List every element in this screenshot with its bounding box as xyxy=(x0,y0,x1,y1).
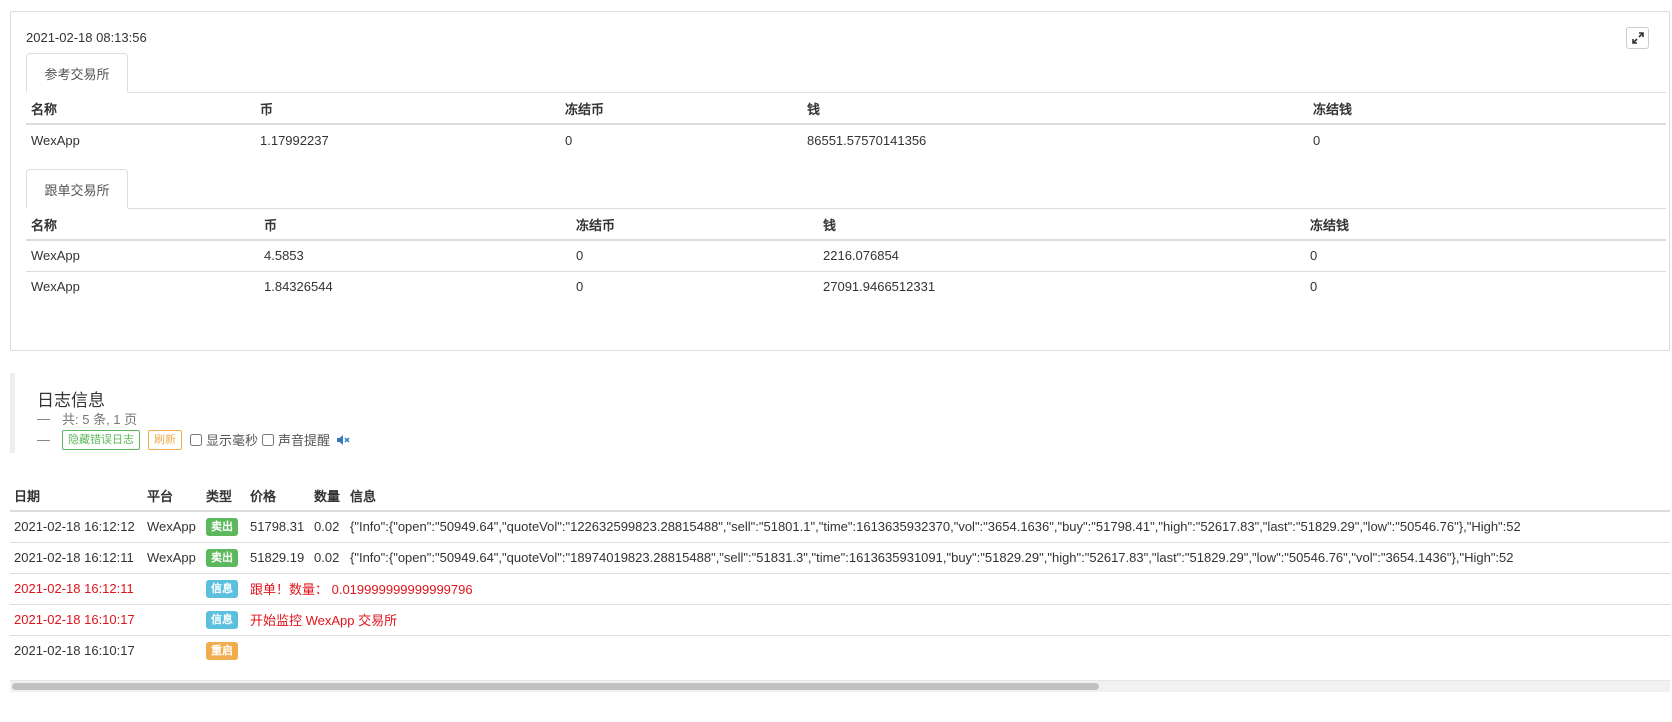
log-date: 2021-02-18 16:12:11 xyxy=(10,572,143,604)
table-row: WexApp 1.84326544 0 27091.9466512331 0 xyxy=(26,270,1666,302)
refresh-button[interactable]: 刷新 xyxy=(148,429,182,450)
log-message: 跟单！数量： 0.019999999999999796 xyxy=(246,572,1670,604)
cell-frozen-money: 0 xyxy=(1305,270,1666,302)
log-date: 2021-02-18 16:12:12 xyxy=(14,519,135,535)
follow-exchange-table: 名称 币 冻结币 钱 冻结钱 WexApp 4.5853 0 2216.0768… xyxy=(26,209,1666,302)
type-badge-restart: 重启 xyxy=(206,641,238,660)
col-header-price: 价格 xyxy=(246,480,310,512)
log-amount: 0.02 xyxy=(314,519,340,535)
col-header-frozen-money: 冻结钱 xyxy=(1308,93,1666,125)
cell-frozen-money: 0 xyxy=(1313,132,1321,148)
col-header-amount: 数量 xyxy=(310,480,346,512)
cell-money: 27091.9466512331 xyxy=(818,270,1305,302)
type-badge-sell: 卖出 xyxy=(206,517,238,536)
col-header-name: 名称 xyxy=(26,93,255,125)
col-header-date: 日期 xyxy=(10,480,143,512)
cell-money: 2216.076854 xyxy=(823,248,899,264)
log-row: 2021-02-18 16:10:17 信息 开始监控 WexApp 交易所 xyxy=(10,603,1670,635)
ref-exchange-section: 参考交易所 名称 币 冻结币 钱 冻结钱 WexApp 1.17992237 0… xyxy=(26,53,1666,155)
fullscreen-button[interactable] xyxy=(1626,27,1649,49)
col-header-frozen-money: 冻结钱 xyxy=(1305,209,1666,241)
log-table-container[interactable]: 日期 平台 类型 价格 数量 信息 2021-02-18 16:12:12 We… xyxy=(10,480,1670,668)
table-row: WexApp 1.17992237 0 86551.57570141356 0 xyxy=(26,124,1666,155)
cell-name: WexApp xyxy=(31,248,80,264)
log-date: 2021-02-18 16:10:17 xyxy=(10,603,143,635)
col-header-coin: 币 xyxy=(255,93,560,125)
type-badge-info: 信息 xyxy=(206,610,238,629)
scrollbar-thumb[interactable] xyxy=(12,683,1099,690)
cell-frozen-coin: 0 xyxy=(571,270,818,302)
show-ms-toggle[interactable]: 显示毫秒 xyxy=(190,430,258,449)
show-ms-label: 显示毫秒 xyxy=(206,433,259,448)
log-price: 51798.31 xyxy=(250,519,305,535)
expand-icon xyxy=(1631,32,1644,44)
log-price: 51829.19 xyxy=(246,541,310,573)
hide-error-log-button[interactable]: 隐藏错误日志 xyxy=(62,429,140,450)
log-summary: 共: 5 条, 1 页 xyxy=(62,412,138,427)
show-ms-checkbox[interactable] xyxy=(190,433,202,446)
col-header-platform: 平台 xyxy=(143,480,202,512)
col-header-coin: 币 xyxy=(259,209,571,241)
cell-name: WexApp xyxy=(31,132,80,148)
cell-coin: 1.17992237 xyxy=(260,132,329,148)
log-row: 2021-02-18 16:10:17 重启 xyxy=(10,634,1670,666)
log-controls: — 隐藏错误日志 刷新 显示毫秒 声音提醒 xyxy=(37,429,1670,450)
col-header-money: 钱 xyxy=(802,93,1308,125)
log-info: {"Info":{"open":"50949.64","quoteVol":"1… xyxy=(350,519,1521,535)
col-header-type: 类型 xyxy=(202,480,246,512)
sound-alert-label: 声音提醒 xyxy=(278,433,331,448)
col-header-name: 名称 xyxy=(26,209,259,241)
cell-money: 86551.57570141356 xyxy=(807,132,927,148)
log-platform xyxy=(143,634,202,666)
col-header-info: 信息 xyxy=(346,480,1670,512)
cell-coin: 4.5853 xyxy=(264,248,304,264)
log-row: 2021-02-18 16:12:11 WexApp 卖出 51829.19 0… xyxy=(10,541,1670,573)
log-summary-line: — 共: 5 条, 1 页 xyxy=(37,411,138,427)
cell-coin: 1.84326544 xyxy=(259,270,571,302)
log-row: 2021-02-18 16:12:11 信息 跟单！数量： 0.01999999… xyxy=(10,572,1670,604)
cell-name: WexApp xyxy=(26,270,259,302)
log-platform xyxy=(143,572,202,604)
log-row: 2021-02-18 16:12:12 WexApp 卖出 51798.31 0… xyxy=(10,511,1670,542)
sound-alert-toggle[interactable]: 声音提醒 xyxy=(262,430,330,449)
log-info: {"Info":{"open":"50949.64","quoteVol":"1… xyxy=(346,541,1670,573)
tab-ref-exchange[interactable]: 参考交易所 xyxy=(26,53,128,93)
log-message xyxy=(246,634,1670,666)
log-message: 开始监控 WexApp 交易所 xyxy=(246,603,1670,635)
table-row: WexApp 4.5853 0 2216.076854 0 xyxy=(26,240,1666,271)
cell-frozen-coin: 0 xyxy=(565,132,573,148)
log-date: 2021-02-18 16:12:11 xyxy=(10,541,143,573)
sound-alert-checkbox[interactable] xyxy=(262,433,275,446)
volume-mute-icon[interactable] xyxy=(336,434,350,446)
type-badge-sell: 卖出 xyxy=(206,548,238,567)
ref-exchange-table: 名称 币 冻结币 钱 冻结钱 WexApp 1.17992237 0 86551… xyxy=(26,93,1666,155)
log-title: 日志信息 xyxy=(37,391,105,410)
follow-exchange-section: 跟单交易所 名称 币 冻结币 钱 冻结钱 WexApp 4.5853 0 221… xyxy=(26,169,1666,302)
ref-tab-bar: 参考交易所 xyxy=(26,53,1666,93)
tab-follow-exchange[interactable]: 跟单交易所 xyxy=(26,169,128,209)
log-platform xyxy=(143,603,202,635)
type-badge-info: 信息 xyxy=(206,579,238,598)
cell-frozen-coin: 0 xyxy=(576,248,584,264)
log-date: 2021-02-18 16:10:17 xyxy=(10,634,143,666)
log-amount: 0.02 xyxy=(310,541,346,573)
log-platform: WexApp xyxy=(143,541,202,573)
follow-tab-bar: 跟单交易所 xyxy=(26,169,1666,209)
horizontal-scrollbar[interactable] xyxy=(10,680,1670,692)
col-header-frozen-coin: 冻结币 xyxy=(560,93,802,125)
status-timestamp: 2021-02-18 08:13:56 xyxy=(26,30,147,45)
cell-frozen-money: 0 xyxy=(1310,248,1318,264)
log-table: 日期 平台 类型 价格 数量 信息 2021-02-18 16:12:12 We… xyxy=(10,480,1670,666)
col-header-frozen-coin: 冻结币 xyxy=(571,209,818,241)
col-header-money: 钱 xyxy=(818,209,1305,241)
status-panel: 2021-02-18 08:13:56 参考交易所 名称 币 冻结币 钱 冻结钱 xyxy=(10,11,1670,351)
log-info-box: 日志信息 — 共: 5 条, 1 页 — 隐藏错误日志 刷新 显示毫秒 声音提醒 xyxy=(10,373,1670,453)
log-platform: WexApp xyxy=(147,519,196,535)
